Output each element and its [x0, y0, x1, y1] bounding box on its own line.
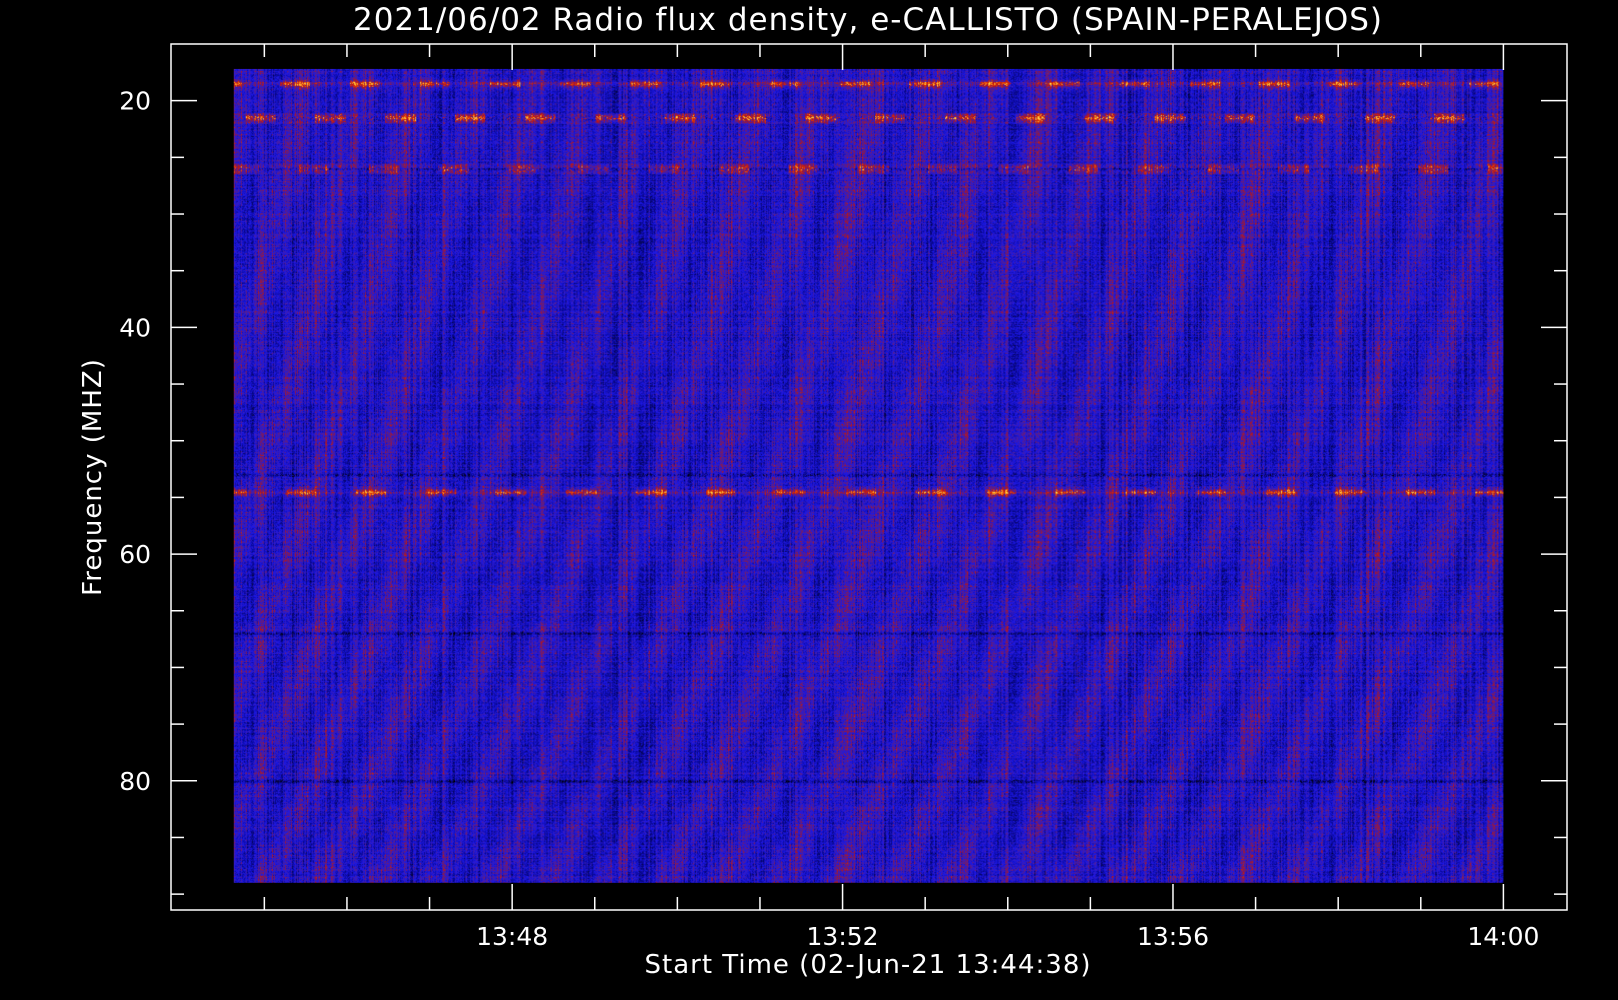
x-tick-label: 14:00 — [1467, 922, 1539, 951]
y-tick-label: 80 — [119, 767, 151, 796]
y-tick-label: 60 — [119, 540, 151, 569]
y-tick-label: 40 — [119, 313, 151, 342]
chart-title: 2021/06/02 Radio flux density, e-CALLIST… — [353, 2, 1383, 38]
x-axis-label: Start Time (02-Jun-21 13:44:38) — [645, 950, 1092, 980]
spectrogram-image — [233, 68, 1504, 883]
spectrogram-chart: 2021/06/02 Radio flux density, e-CALLIST… — [78, 2, 1568, 980]
plot-area — [233, 68, 1504, 883]
y-tick-label: 20 — [119, 87, 151, 116]
x-tick-label: 13:48 — [476, 922, 548, 951]
x-tick-label: 13:56 — [1137, 922, 1209, 951]
x-tick-label: 13:52 — [807, 922, 879, 951]
y-axis-label: Frequency (MHZ) — [78, 358, 108, 596]
